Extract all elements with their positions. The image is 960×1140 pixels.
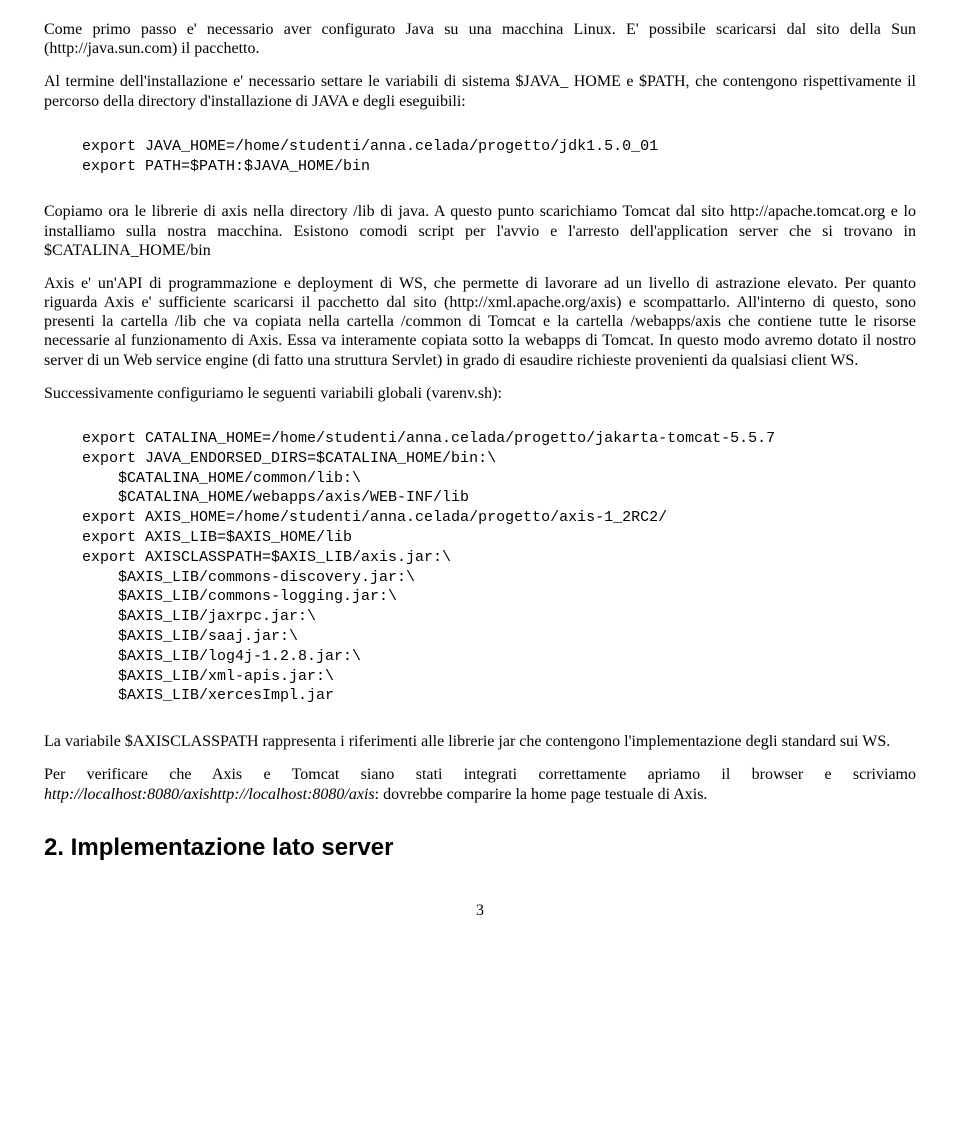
paragraph-7-suffix: : dovrebbe comparire la home page testua… [375, 786, 708, 803]
paragraph-4: Axis e' un'API di programmazione e deplo… [44, 274, 916, 370]
paragraph-7: Per verificare che Axis e Tomcat siano s… [44, 765, 916, 803]
code-block-1: export JAVA_HOME=/home/studenti/anna.cel… [82, 137, 916, 177]
paragraph-3: Copiamo ora le librerie di axis nella di… [44, 202, 916, 260]
code-block-2: export CATALINA_HOME=/home/studenti/anna… [82, 429, 916, 706]
paragraph-6: La variabile $AXISCLASSPATH rappresenta … [44, 732, 916, 751]
paragraph-5: Successivamente configuriamo le seguenti… [44, 384, 916, 403]
paragraph-1: Come primo passo e' necessario aver conf… [44, 20, 916, 58]
paragraph-2: Al termine dell'installazione e' necessa… [44, 72, 916, 110]
section-heading-2: 2. Implementazione lato server [44, 834, 916, 863]
paragraph-7-url: http://localhost:8080/axishttp://localho… [44, 786, 375, 803]
paragraph-7-prefix: Per verificare che Axis e Tomcat siano s… [44, 766, 916, 783]
page-number: 3 [44, 901, 916, 920]
